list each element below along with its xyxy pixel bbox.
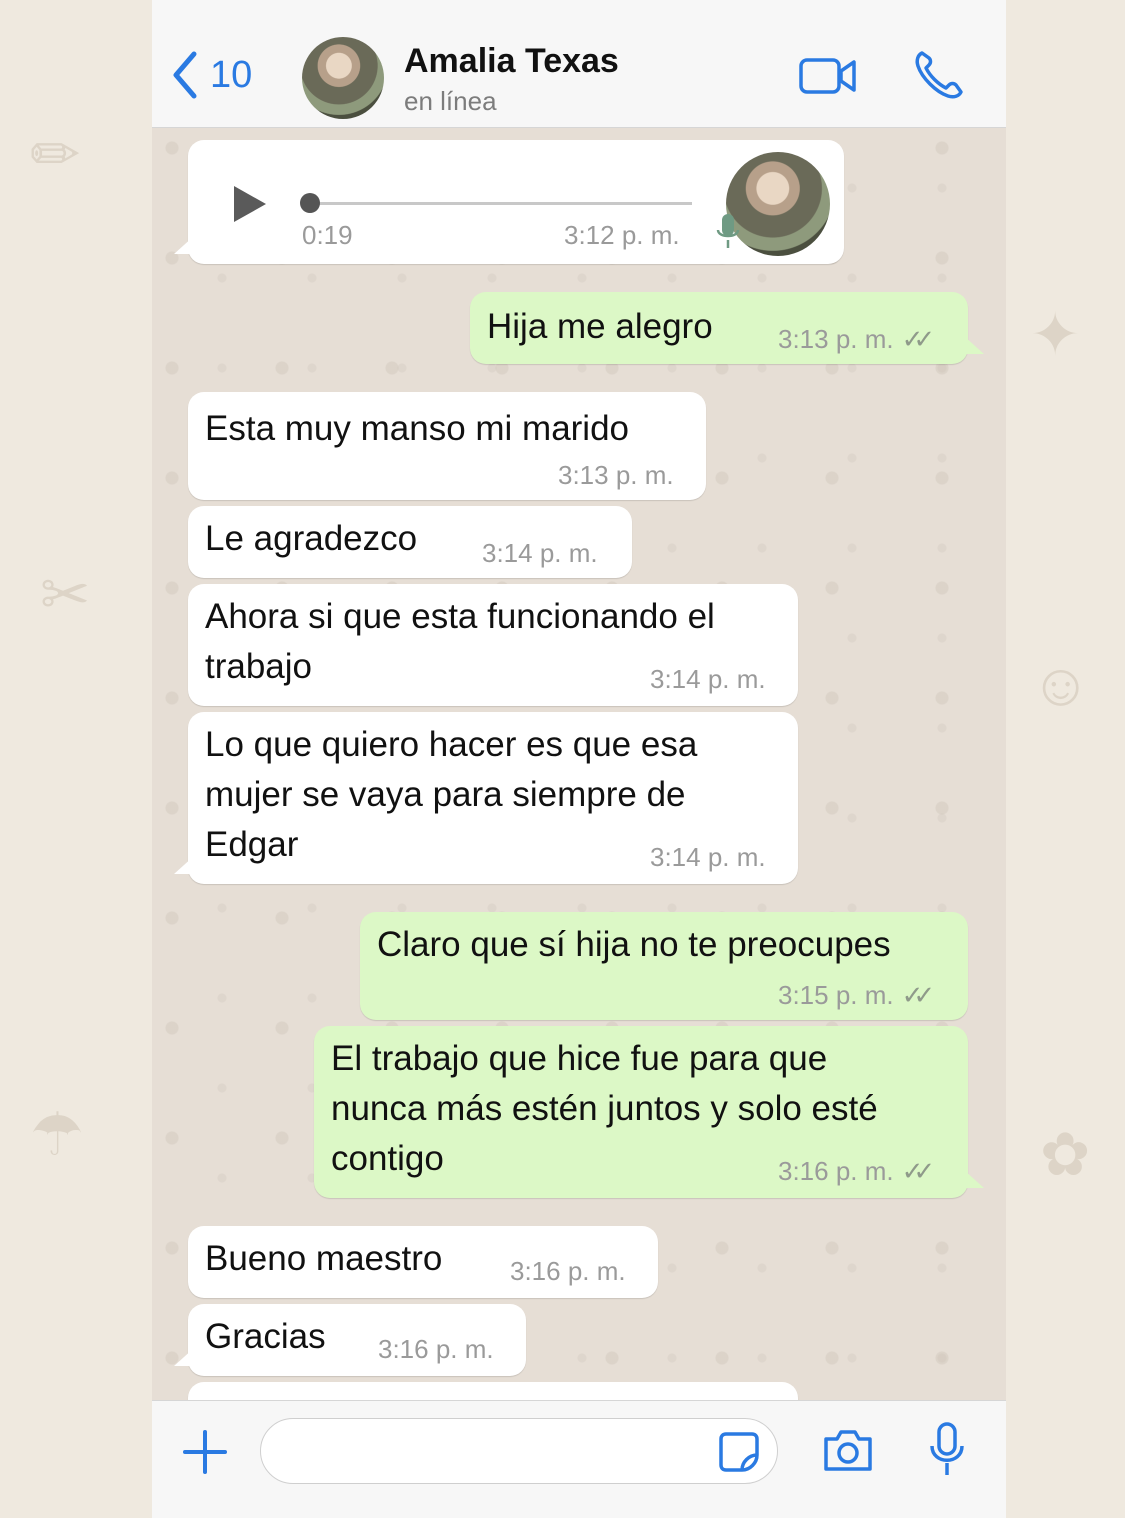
microphone-icon (716, 214, 740, 248)
message-text: Esta muy manso mi marido (205, 409, 630, 448)
audio-message-bubble[interactable]: 0:19 3:12 p. m. (174, 140, 844, 264)
bubble-tail (174, 1348, 194, 1366)
chevron-left-icon (173, 51, 197, 99)
contact-status: en línea (404, 86, 497, 116)
phone-call-icon[interactable] (912, 48, 966, 102)
message-time: 3:14 p. m. (482, 538, 598, 568)
message-time: 3:13 p. m. (558, 460, 674, 490)
sticker-icon[interactable] (718, 1431, 760, 1473)
chat-header: 10 Amalia Texas en línea (152, 0, 1006, 128)
contact-avatar[interactable] (302, 37, 384, 119)
message-time: 3:14 p. m. (650, 842, 766, 872)
incoming-message[interactable]: Gracias 3:16 p. m. (174, 1304, 526, 1376)
outgoing-message[interactable]: Claro que sí hija no te preocupes 3:15 p… (360, 912, 968, 1020)
message-time: 3:12 p. m. (564, 220, 680, 250)
contact-name[interactable]: Amalia Texas (404, 42, 619, 81)
play-icon[interactable] (232, 184, 268, 224)
background-doodle: ☂ (30, 1101, 84, 1168)
bubble-tail (174, 236, 194, 254)
incoming-message[interactable]: Lo que quiero hacer es que esa mujer se … (174, 712, 798, 884)
plus-icon[interactable] (182, 1429, 228, 1475)
background-doodle: ✿ (1040, 1121, 1091, 1188)
message-text: Gracias (205, 1317, 326, 1356)
message-time: 3:16 p. m. (510, 1256, 626, 1286)
bubble-tail (964, 1170, 984, 1188)
audio-progress-track[interactable] (306, 202, 692, 205)
video-call-icon[interactable] (798, 54, 858, 98)
message-input-bar (152, 1400, 1006, 1518)
read-receipt-icon: ✓✓ (901, 1156, 935, 1186)
message-text: Claro que sí hija no te preocupes (377, 925, 891, 964)
message-time: 3:15 p. m. ✓✓ (778, 980, 935, 1010)
message-time: 3:13 p. m. ✓✓ (778, 324, 935, 354)
incoming-message[interactable]: Esta muy manso mi marido 3:13 p. m. (188, 392, 706, 500)
unread-count: 10 (210, 53, 253, 96)
incoming-message[interactable]: Ahora si que esta funcionando el trabajo… (188, 584, 798, 706)
back-button[interactable]: 10 (170, 50, 252, 100)
chat-window: 10 Amalia Texas en línea 0:19 3:12 p. m. (152, 0, 1006, 1518)
background-doodle: ✦ (1030, 301, 1081, 368)
message-text: Lo que quiero hacer es que esa mujer se … (205, 725, 698, 864)
bubble-tail (964, 336, 984, 354)
message-input[interactable] (260, 1418, 778, 1484)
microphone-icon[interactable] (928, 1421, 966, 1479)
message-text: Bueno maestro (205, 1239, 443, 1278)
background-doodle: ✂ (40, 561, 91, 628)
audio-scrubber-handle[interactable] (300, 193, 320, 213)
background-doodle: ✏ (30, 121, 81, 188)
incoming-message[interactable]: Bueno maestro 3:16 p. m. (188, 1226, 658, 1298)
audio-duration: 0:19 (302, 220, 353, 250)
message-time: 3:16 p. m. ✓✓ (778, 1156, 935, 1186)
message-text: Ahora si que esta funcionando el trabajo (205, 597, 715, 686)
outgoing-message[interactable]: Hija me alegro 3:13 p. m. ✓✓ (470, 292, 984, 364)
outgoing-message[interactable]: El trabajo que hice fue para que nunca m… (314, 1026, 984, 1198)
message-time: 3:14 p. m. (650, 664, 766, 694)
message-time: 3:16 p. m. (378, 1334, 494, 1364)
sender-avatar (726, 152, 830, 256)
read-receipt-icon: ✓✓ (901, 980, 935, 1010)
background-doodle: ☺ (1030, 651, 1092, 718)
bubble-tail (174, 856, 194, 874)
camera-icon[interactable] (822, 1427, 874, 1473)
message-text: Hija me alegro (487, 307, 713, 346)
message-text: Le agradezco (205, 519, 418, 558)
incoming-message[interactable]: Le agradezco 3:14 p. m. (188, 506, 632, 578)
read-receipt-icon: ✓✓ (901, 324, 935, 354)
